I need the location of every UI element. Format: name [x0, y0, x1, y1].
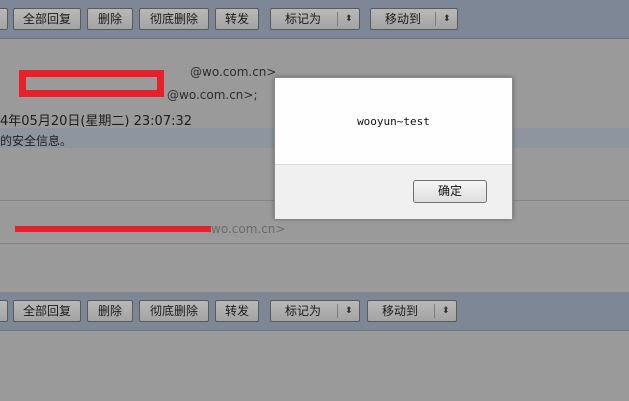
- move-to-label: 移动到: [382, 304, 419, 318]
- dropdown-arrow-icon: ⬍: [345, 306, 353, 316]
- recipient-email: @wo.com.cn>;: [167, 88, 258, 102]
- mail-date: 4年05月20日(星期二) 23:07:32: [0, 114, 193, 129]
- mark-as-dropdown[interactable]: 标记为 ⬍: [270, 300, 360, 322]
- delete-button[interactable]: 删除: [87, 300, 133, 322]
- delete-button[interactable]: 删除: [87, 8, 133, 30]
- top-toolbar: 全部回复 删除 彻底删除 转发 标记为 ⬍ 移动到 ⬍: [0, 0, 629, 39]
- reply-all-button[interactable]: 全部回复: [13, 8, 81, 30]
- reply-all-button[interactable]: 全部回复: [13, 300, 81, 322]
- dropdown-separator: [435, 12, 436, 26]
- move-to-label: 移动到: [385, 12, 422, 26]
- dropdown-separator: [337, 304, 338, 318]
- move-to-dropdown[interactable]: 移动到 ⬍: [367, 300, 457, 322]
- bottom-toolbar: 全部回复 删除 彻底删除 转发 标记为 ⬍ 移动到 ⬍: [0, 292, 629, 331]
- redaction-box-icon: [19, 70, 164, 97]
- alert-footer: 确定: [275, 164, 512, 219]
- delete-permanent-button[interactable]: 彻底删除: [139, 300, 209, 322]
- alert-dialog: wooyun~test 确定: [274, 77, 513, 219]
- divider: [0, 243, 629, 244]
- security-notice-text: 的安全信息。: [0, 134, 73, 148]
- forward-button[interactable]: 转发: [215, 8, 259, 30]
- dropdown-arrow-icon: ⬍: [443, 14, 451, 24]
- mark-as-label: 标记为: [285, 304, 322, 318]
- ok-button[interactable]: 确定: [413, 180, 487, 203]
- quoted-email: wo.com.cn>: [211, 222, 286, 236]
- move-to-dropdown[interactable]: 移动到 ⬍: [370, 8, 458, 30]
- redaction-strike-icon: [15, 226, 211, 232]
- mark-as-label: 标记为: [285, 12, 322, 26]
- reply-all-button-partial[interactable]: [0, 300, 8, 322]
- forward-button[interactable]: 转发: [215, 300, 259, 322]
- dropdown-separator: [434, 304, 435, 318]
- dropdown-arrow-icon: ⬍: [345, 14, 353, 24]
- alert-message: wooyun~test: [357, 115, 430, 128]
- mark-as-dropdown[interactable]: 标记为 ⬍: [270, 8, 360, 30]
- sender-email: @wo.com.cn>: [190, 65, 277, 79]
- dropdown-arrow-icon: ⬍: [442, 306, 450, 316]
- reply-all-button-partial[interactable]: [0, 8, 8, 30]
- dropdown-separator: [337, 12, 338, 26]
- delete-permanent-button[interactable]: 彻底删除: [139, 8, 209, 30]
